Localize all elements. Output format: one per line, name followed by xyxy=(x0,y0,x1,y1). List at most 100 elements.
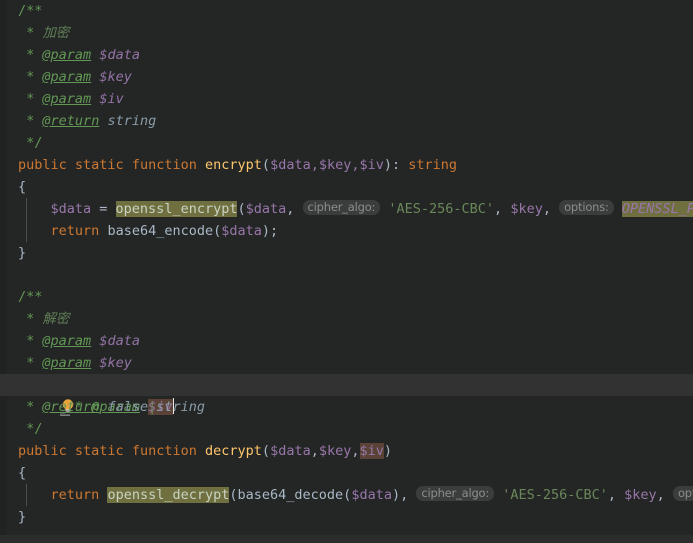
argument-key: $key xyxy=(510,201,543,217)
paren-open: ( xyxy=(237,201,246,217)
function-name-decrypt[interactable]: decrypt xyxy=(205,443,262,459)
comment-star: * xyxy=(26,399,35,415)
code-line[interactable]: /** xyxy=(0,0,693,22)
code-line[interactable]: * @param $key xyxy=(0,352,693,374)
comment-open: /** xyxy=(18,3,43,19)
comma: , xyxy=(542,201,560,217)
brace-open: { xyxy=(18,465,27,481)
doc-return-type: string xyxy=(107,113,157,129)
comment-open: /** xyxy=(18,289,43,305)
comma: , xyxy=(400,487,417,503)
doc-return-type-string: string xyxy=(156,399,206,415)
keyword-public: public xyxy=(18,157,67,173)
code-content[interactable]: /** * 加密 * @param $data * @param $key * … xyxy=(0,0,693,528)
doc-tag-param: @param xyxy=(42,355,92,371)
parameter-iv-highlighted: $iv xyxy=(359,443,384,459)
keyword-function: function xyxy=(131,443,197,459)
comment-star: * xyxy=(26,333,35,349)
indent-guide xyxy=(26,220,27,242)
doc-return-type-false: false xyxy=(107,399,149,415)
comment-star: * xyxy=(26,91,35,107)
code-line[interactable]: { xyxy=(0,176,693,198)
doc-tag-param: @param xyxy=(42,333,92,349)
keyword-static: static xyxy=(74,443,124,459)
keyword-return: return xyxy=(50,223,100,239)
inlay-hint-cipher-algo[interactable]: cipher_algo: xyxy=(416,486,495,501)
doc-tag-return: @return xyxy=(42,113,100,129)
lightbulb-icon[interactable] xyxy=(0,375,74,416)
code-line-blank[interactable] xyxy=(0,264,693,286)
highlighted-openssl-constant: OPENSSL_PK xyxy=(621,201,693,217)
doc-tag-param: @param xyxy=(42,91,92,107)
code-line[interactable]: * @param $key xyxy=(0,66,693,88)
assignment-operator: = xyxy=(91,201,116,217)
return-type: string xyxy=(408,157,458,173)
argument-cipher-algo: 'AES-256-CBC' xyxy=(388,201,495,217)
comma: , xyxy=(607,487,625,503)
argument-key: $key xyxy=(624,487,657,503)
editor-bottom-edge xyxy=(0,535,693,543)
paren-close: ) xyxy=(391,487,401,503)
paren-open: ( xyxy=(261,443,271,459)
code-line[interactable]: * @param $iv xyxy=(0,88,693,110)
inlay-hint-options[interactable]: options: xyxy=(559,200,614,215)
argument-cipher-algo: 'AES-256-CBC' xyxy=(502,487,608,503)
comment-star: * xyxy=(26,311,35,327)
paren-open: ( xyxy=(229,487,238,503)
code-editor[interactable]: /** * 加密 * @param $data * @param $key * … xyxy=(0,0,693,543)
return-type-colon: : xyxy=(392,157,409,173)
code-line[interactable]: * @param $data xyxy=(0,44,693,66)
comma: , xyxy=(310,443,319,459)
highlighted-openssl-encrypt[interactable]: openssl_encrypt xyxy=(115,201,238,217)
function-name-encrypt[interactable]: encrypt xyxy=(205,157,262,173)
code-line[interactable]: /** xyxy=(0,286,693,308)
code-line[interactable]: * @return string xyxy=(0,110,693,132)
comma: , xyxy=(494,201,511,217)
code-line[interactable]: } xyxy=(0,242,693,264)
comment-star: * xyxy=(26,355,35,371)
code-line[interactable]: */ xyxy=(0,418,693,440)
code-line[interactable]: { xyxy=(0,462,693,484)
code-line[interactable]: */ xyxy=(0,132,693,154)
comment-star: * xyxy=(26,25,35,41)
code-line[interactable]: * 解密 xyxy=(0,308,693,330)
call-base64-encode[interactable]: base64_encode xyxy=(107,223,213,239)
code-line-fn-encrypt-signature[interactable]: public static function encrypt($data,$ke… xyxy=(0,154,693,176)
code-line[interactable]: * 加密 xyxy=(0,22,693,44)
comment-summary: 加密 xyxy=(42,25,70,41)
assigned-variable: $data xyxy=(50,201,92,217)
code-line[interactable]: return base64_encode($data); xyxy=(0,220,693,242)
brace-open: { xyxy=(18,179,27,195)
argument-data: $data xyxy=(351,487,392,503)
doc-tag-param: @param xyxy=(42,69,92,85)
doc-param-name: $key xyxy=(99,69,132,85)
comma: , xyxy=(286,201,303,217)
brace-close: } xyxy=(18,509,27,525)
function-parameters: $data,$key,$iv xyxy=(270,157,384,173)
comment-star: * xyxy=(26,69,35,85)
doc-param-name: $data xyxy=(99,47,140,63)
comma: , xyxy=(656,487,673,503)
indent-guide xyxy=(26,484,27,506)
indent-guide xyxy=(26,198,27,220)
keyword-static: static xyxy=(74,157,124,173)
call-base64-decode[interactable]: base64_decode xyxy=(238,487,344,503)
comment-close: */ xyxy=(26,135,43,151)
keyword-return: return xyxy=(50,487,100,503)
inlay-hint-cipher-algo[interactable]: cipher_algo: xyxy=(302,200,381,215)
inlay-hint-options[interactable]: opti xyxy=(672,486,693,501)
parameter-data: $data xyxy=(270,443,311,459)
doc-param-name: $data xyxy=(99,333,140,349)
argument-data: $data xyxy=(221,223,262,239)
code-line[interactable]: * @return false|string xyxy=(0,396,693,418)
doc-param-name: $key xyxy=(99,355,132,371)
code-line[interactable]: * @param $data xyxy=(0,330,693,352)
code-line-openssl-decrypt-call[interactable]: return openssl_decrypt(base64_decode($da… xyxy=(0,484,693,506)
doc-tag-param: @param xyxy=(42,47,92,63)
code-line[interactable]: } xyxy=(0,506,693,528)
code-line-openssl-encrypt-call[interactable]: $data = openssl_encrypt($data, cipher_al… xyxy=(0,198,693,220)
highlighted-openssl-decrypt[interactable]: openssl_decrypt xyxy=(107,487,230,503)
code-line-fn-decrypt-signature[interactable]: public static function decrypt($data,$ke… xyxy=(0,440,693,462)
code-line-current[interactable]: * @param $iv xyxy=(0,374,693,416)
comment-star: * xyxy=(26,113,35,129)
